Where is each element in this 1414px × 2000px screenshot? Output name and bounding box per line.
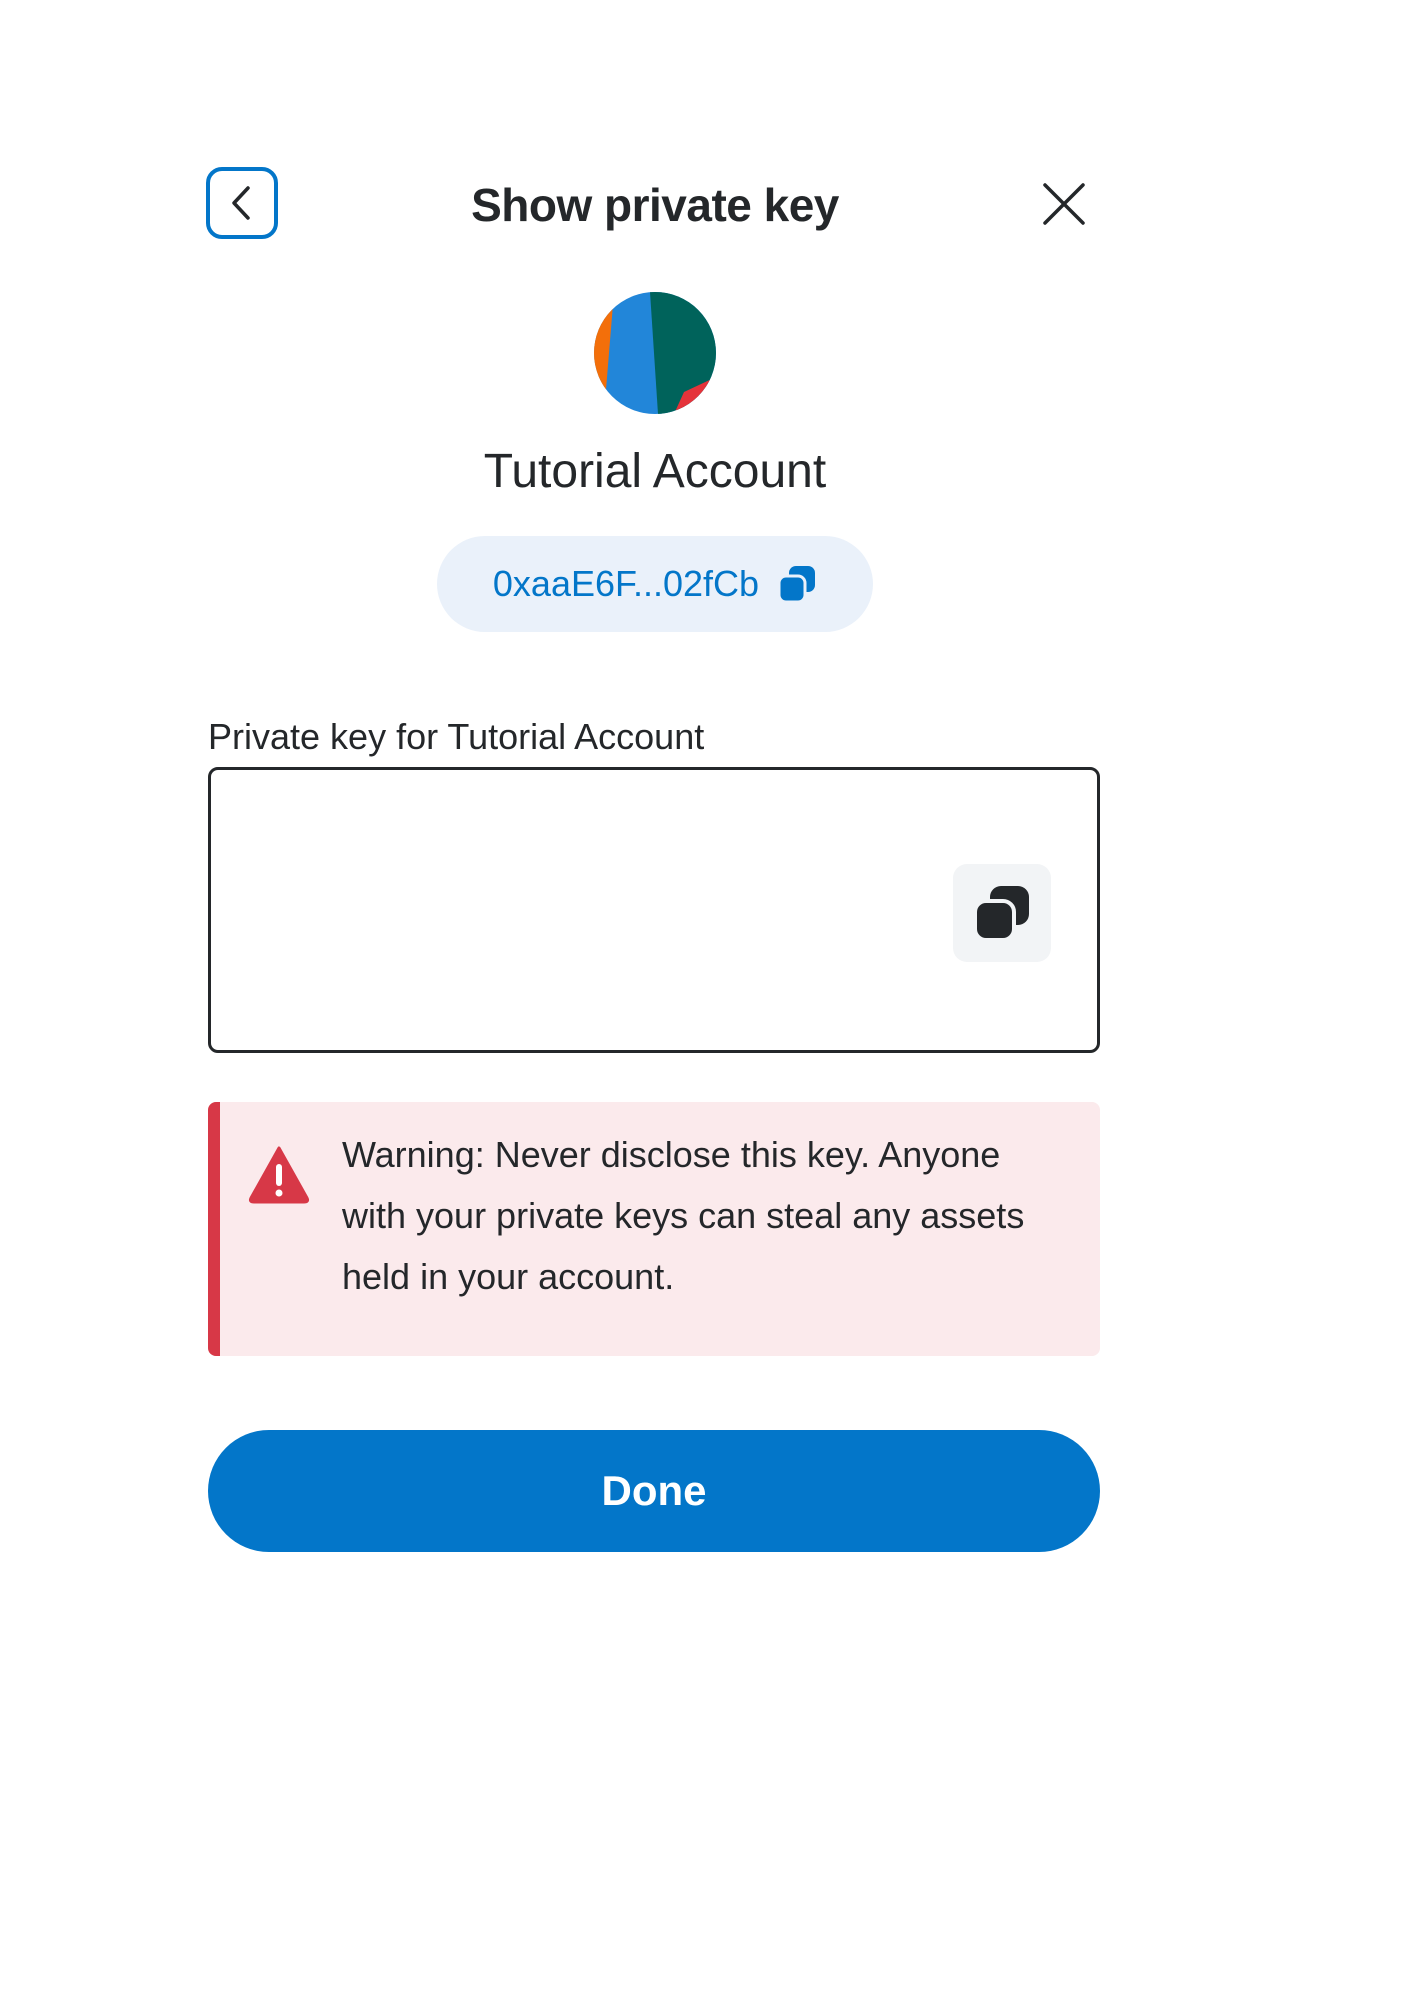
copy-private-key-button[interactable] — [953, 864, 1051, 962]
copy-icon — [973, 886, 1029, 942]
avatar — [594, 292, 716, 414]
close-button[interactable] — [1038, 178, 1090, 230]
warning-triangle-icon — [248, 1146, 310, 1204]
chevron-left-icon — [232, 186, 250, 220]
done-button[interactable]: Done — [208, 1430, 1100, 1552]
close-icon — [1043, 183, 1085, 225]
private-key-field[interactable] — [208, 767, 1100, 1053]
back-button[interactable] — [206, 167, 278, 239]
copy-address-button[interactable]: 0xaaE6F...02fCb — [437, 536, 873, 632]
account-address: 0xaaE6F...02fCb — [492, 563, 760, 604]
private-key-label: Private key for Tutorial Account — [208, 716, 705, 757]
warning-banner: Warning: Never disclose this key. Anyone… — [208, 1102, 1100, 1356]
warning-accent-bar — [208, 1102, 220, 1356]
account-name: Tutorial Account — [483, 445, 827, 498]
warning-text: Warning: Never disclose this key. Anyone… — [342, 1134, 1025, 1297]
copy-icon — [777, 566, 816, 604]
page-title: Show private key — [471, 179, 839, 231]
